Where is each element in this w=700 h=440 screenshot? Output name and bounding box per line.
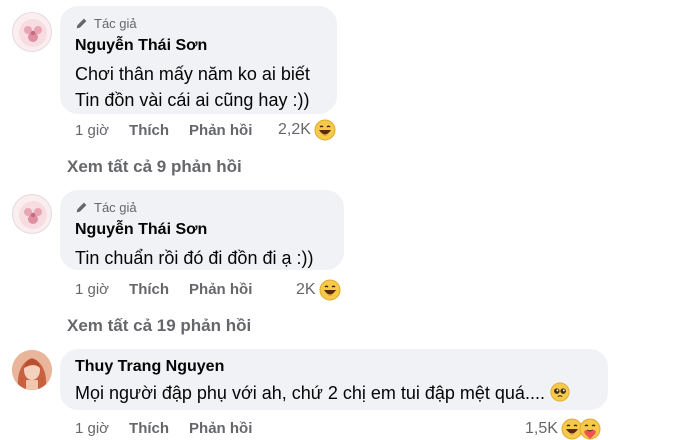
comment-time[interactable]: 1 giờ <box>75 420 109 437</box>
comment-time[interactable]: 1 giờ <box>75 281 109 298</box>
haha-emoji-icon <box>314 119 336 141</box>
comment-bubble: Tác giả Nguyễn Thái Sơn Tin chuẩn rồi đó… <box>60 190 344 270</box>
like-button[interactable]: Thích <box>129 122 169 139</box>
reaction-summary[interactable]: 1,5K <box>525 418 601 440</box>
commenter-avatar[interactable] <box>12 350 52 390</box>
commenter-avatar[interactable] <box>12 194 52 234</box>
reaction-count: 1,5K <box>525 420 558 437</box>
haha-emoji-icon <box>319 279 341 301</box>
author-badge-label: Tác giả <box>94 15 137 31</box>
pencil-icon <box>76 18 87 28</box>
comment-text-line: Mọi người đập phụ với ah, chứ 2 chị em t… <box>75 380 593 406</box>
comment-text-line: Chơi thân mấy năm ko ai biết <box>75 64 310 84</box>
care-emoji-icon <box>579 418 601 440</box>
pencil-icon <box>76 202 87 212</box>
page-logo-icon <box>19 201 47 229</box>
reply-button[interactable]: Phản hồi <box>189 420 252 437</box>
comment-text: Mọi người đập phụ với ah, chứ 2 chị em t… <box>75 383 550 403</box>
comment-actions: 1 giờ Thích Phản hồi <box>75 420 252 437</box>
author-badge: Tác giả <box>75 15 322 31</box>
reaction-summary[interactable]: 2K <box>296 279 341 301</box>
author-badge: Tác giả <box>75 199 329 215</box>
comment-actions: 1 giờ Thích Phản hồi <box>75 281 252 298</box>
page-logo-icon <box>19 19 47 47</box>
comment-actions: 1 giờ Thích Phản hồi <box>75 122 252 139</box>
reaction-count: 2K <box>296 281 316 298</box>
view-replies-link[interactable]: Xem tất cả 19 phản hồi <box>67 316 251 336</box>
view-replies-link[interactable]: Xem tất cả 9 phản hồi <box>67 157 242 177</box>
comment-bubble: Tác giả Nguyễn Thái Sơn Chơi thân mấy nă… <box>60 6 337 114</box>
comment-text-line: Tin đồn vài cái ai cũng hay :)) <box>75 90 310 110</box>
like-button[interactable]: Thích <box>129 281 169 298</box>
reply-button[interactable]: Phản hồi <box>189 122 252 139</box>
reaction-summary[interactable]: 2,2K <box>278 119 336 141</box>
comment-author[interactable]: Nguyễn Thái Sơn <box>75 37 322 55</box>
comment-text-line: Tin chuẩn rồi đó đi đồn đi ạ :)) <box>75 248 314 268</box>
like-button[interactable]: Thích <box>129 420 169 437</box>
reaction-count: 2,2K <box>278 121 311 138</box>
author-badge-label: Tác giả <box>94 199 137 215</box>
pleading-face-icon <box>550 382 570 402</box>
user-photo-icon <box>12 350 52 390</box>
comment-time[interactable]: 1 giờ <box>75 122 109 139</box>
comment-author[interactable]: Thuy Trang Nguyen <box>75 358 593 376</box>
reply-button[interactable]: Phản hồi <box>189 281 252 298</box>
commenter-avatar[interactable] <box>12 12 52 52</box>
comment-author[interactable]: Nguyễn Thái Sơn <box>75 221 329 239</box>
comment-bubble: Thuy Trang Nguyen Mọi người đập phụ với … <box>60 349 608 410</box>
